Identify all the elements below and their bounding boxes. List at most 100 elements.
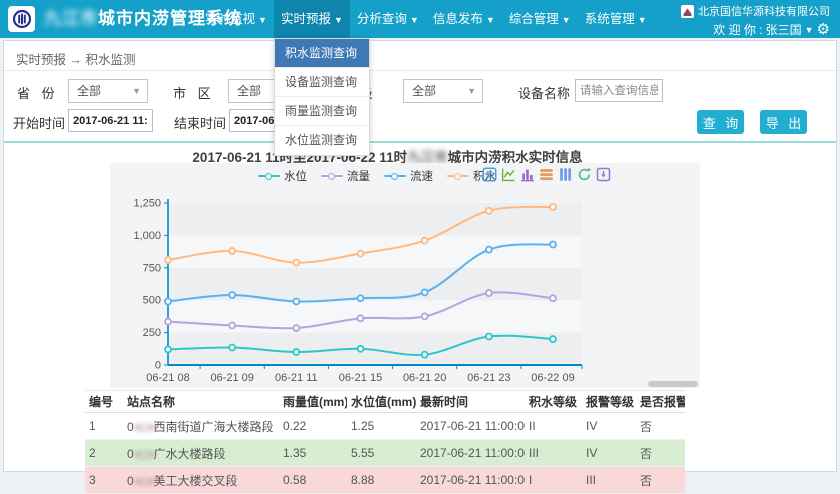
cell-r2-c7: 否: [636, 445, 685, 462]
column-header-3: 水位值(mm): [347, 393, 416, 410]
app-logo: [8, 6, 35, 32]
cell-r1-c1: 0■▥■西南街道广海大楼路段: [123, 418, 279, 435]
province-value: 全部: [77, 84, 101, 98]
dropdown-item-3[interactable]: 水位监测查询: [275, 126, 369, 155]
forecast-dropdown-menu: 积水监测查询设备监测查询雨量监测查询水位监测查询: [274, 38, 370, 156]
device-name-label: 设备名称: [518, 83, 570, 102]
legend-marker-icon: [384, 173, 406, 180]
redacted-text: ■▥■: [134, 420, 154, 434]
restore-icon[interactable]: [577, 167, 592, 187]
column-header-0: 编号: [85, 393, 123, 410]
breadcrumb-section: 实时预报: [16, 53, 66, 67]
breadcrumb-page: 积水监测: [85, 53, 135, 67]
chevron-down-icon: ▼: [562, 15, 571, 25]
cell-r3-c5: I: [525, 473, 582, 487]
bar-chart-icon[interactable]: [520, 167, 535, 187]
chart-toolbox: [482, 167, 611, 187]
legend-marker-icon: [321, 173, 343, 180]
cell-r1-c6: IV: [582, 419, 636, 433]
svg-text:06-21 08: 06-21 08: [146, 372, 189, 384]
user-name[interactable]: 张三国: [766, 21, 802, 38]
cell-r1-c4: 2017-06-21 11:00:00: [416, 419, 525, 433]
dropdown-item-0[interactable]: 积水监测查询: [275, 39, 369, 68]
cell-r2-c4: 2017-06-21 11:00:00: [416, 446, 525, 460]
breadcrumb: 实时预报 → 积水监测: [16, 49, 136, 68]
column-header-1: 站点名称: [123, 393, 279, 410]
table-row-3[interactable]: 30■▥■美工大楼交叉段0.588.882017-06-21 11:00:00I…: [85, 467, 685, 494]
chevron-down-icon: ▼: [638, 15, 647, 25]
svg-text:250: 250: [143, 327, 161, 339]
svg-text:0: 0: [155, 360, 161, 372]
end-time-label: 结束时间: [174, 113, 226, 132]
legend-item-流量[interactable]: 流量: [321, 168, 370, 184]
svg-text:06-21 15: 06-21 15: [339, 372, 382, 384]
svg-text:06-21 09: 06-21 09: [210, 372, 253, 384]
svg-text:06-22 09: 06-22 09: [531, 372, 574, 384]
chevron-down-icon: ▼: [486, 15, 495, 25]
svg-text:750: 750: [143, 262, 161, 274]
nav-item-5[interactable]: 系统管理▼: [578, 0, 654, 38]
user-caret-icon[interactable]: ▼: [805, 25, 814, 35]
table-body: 10■▥■西南街道广海大楼路段0.221.252017-06-21 11:00:…: [85, 413, 685, 494]
province-select[interactable]: 全部 ▼: [68, 79, 148, 103]
line-chart-icon[interactable]: [501, 167, 516, 187]
nav-item-0[interactable]: 实时监视▼: [198, 0, 274, 38]
cell-r3-c2: 0.58: [279, 473, 347, 487]
dropdown-item-2[interactable]: 雨量监测查询: [275, 97, 369, 126]
nav-item-2[interactable]: 分析查询▼: [350, 0, 426, 38]
cell-r1-c7: 否: [636, 418, 685, 435]
legend-item-水位[interactable]: 水位: [258, 168, 307, 184]
app-title-redacted: 九江市: [44, 9, 98, 28]
column-header-7: 是否报警: [636, 393, 685, 410]
legend-marker-icon: [258, 173, 280, 180]
breadcrumb-arrow-icon: →: [70, 53, 83, 67]
column-header-4: 最新时间: [416, 393, 525, 410]
province-label: 省 份: [17, 83, 59, 102]
emblem-icon: [12, 9, 32, 29]
column-header-2: 雨量值(mm): [279, 393, 347, 410]
nav-item-3[interactable]: 信息发布▼: [426, 0, 502, 38]
table-row-2[interactable]: 20■▥■广水大楼路段1.355.552017-06-21 11:00:00II…: [85, 440, 685, 467]
table-header-row: 编号站点名称雨量值(mm)水位值(mm)最新时间积水等级报警等级是否报警: [85, 390, 685, 413]
stations-table: 编号站点名称雨量值(mm)水位值(mm)最新时间积水等级报警等级是否报警 10■…: [85, 390, 685, 494]
svg-text:06-21 11: 06-21 11: [275, 372, 318, 384]
chevron-down-icon: ▼: [410, 15, 419, 25]
chart-container: 水位流量流速积水 02505007501,0001,25006-21 0806-…: [110, 163, 700, 388]
cell-r1-c3: 1.25: [347, 419, 416, 433]
device-name-input[interactable]: [575, 79, 663, 102]
export-button[interactable]: 导 出: [760, 110, 807, 134]
cell-r3-c6: III: [582, 473, 636, 487]
cell-r3-c4: 2017-06-21 11:00:00: [416, 473, 525, 487]
data-view-icon[interactable]: [482, 167, 497, 187]
county-select[interactable]: 全部 ▼: [403, 79, 483, 103]
tiled-icon[interactable]: [558, 167, 573, 187]
company-info: 北京国信华源科技有限公司: [681, 3, 830, 19]
chart-scrollbar-thumb[interactable]: [648, 381, 698, 387]
cell-r2-c6: IV: [582, 446, 636, 460]
chart-legend: 水位流量流速积水: [258, 168, 496, 184]
redacted-text: ■▥■: [134, 447, 154, 461]
divider: [4, 70, 836, 71]
county-value: 全部: [412, 84, 436, 98]
query-button[interactable]: 查 询: [697, 110, 744, 134]
table-row-1[interactable]: 10■▥■西南街道广海大楼路段0.221.252017-06-21 11:00:…: [85, 413, 685, 440]
save-image-icon[interactable]: [596, 167, 611, 187]
dropdown-item-1[interactable]: 设备监测查询: [275, 68, 369, 97]
cell-r1-c2: 0.22: [279, 419, 347, 433]
cell-r3-c3: 8.88: [347, 473, 416, 487]
redacted-text: ■▥■: [134, 474, 154, 488]
svg-text:1,250: 1,250: [133, 198, 161, 210]
stack-icon[interactable]: [539, 167, 554, 187]
gear-icon[interactable]: ⚙: [817, 23, 830, 37]
nav-item-4[interactable]: 综合管理▼: [502, 0, 578, 38]
main-nav: 实时监视▼实时预报▼积水监测查询设备监测查询雨量监测查询水位监测查询分析查询▼信…: [198, 0, 654, 38]
column-header-6: 报警等级: [582, 393, 636, 410]
cell-r3-c1: 0■▥■美工大楼交叉段: [123, 472, 279, 489]
line-chart: 02505007501,0001,25006-21 0806-21 0906-2…: [110, 163, 700, 388]
cell-r2-c5: III: [525, 446, 582, 460]
nav-item-1[interactable]: 实时预报▼积水监测查询设备监测查询雨量监测查询水位监测查询: [274, 0, 350, 38]
legend-item-流速[interactable]: 流速: [384, 168, 433, 184]
start-time-input[interactable]: [68, 109, 153, 132]
cell-r2-c1: 0■▥■广水大楼路段: [123, 445, 279, 462]
svg-text:06-21 20: 06-21 20: [403, 372, 446, 384]
